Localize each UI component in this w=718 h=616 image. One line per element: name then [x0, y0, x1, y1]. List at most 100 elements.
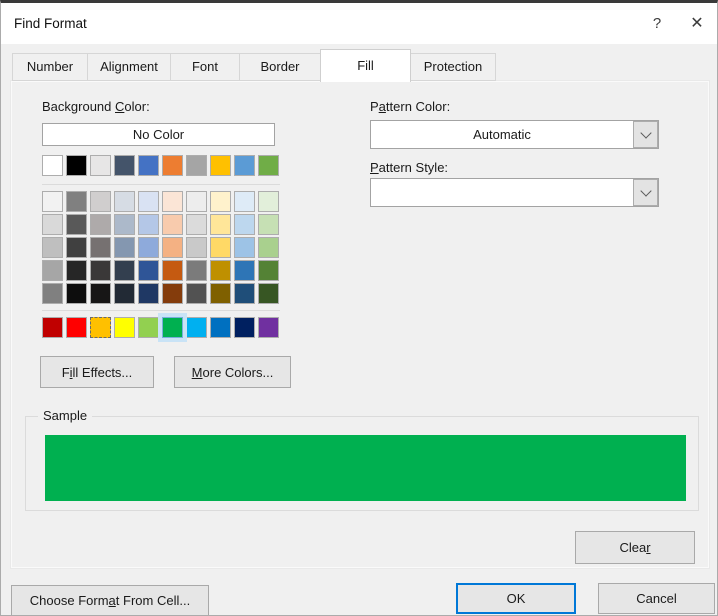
- color-swatch[interactable]: [210, 191, 231, 212]
- color-swatch[interactable]: [162, 237, 183, 258]
- color-swatch[interactable]: [138, 260, 159, 281]
- color-swatch[interactable]: [138, 191, 159, 212]
- tab-number[interactable]: Number: [12, 53, 88, 81]
- more-colors-button[interactable]: More Colors...: [174, 356, 291, 388]
- color-swatch[interactable]: [162, 191, 183, 212]
- color-swatch[interactable]: [42, 283, 63, 304]
- color-swatch[interactable]: [234, 214, 255, 235]
- color-swatch[interactable]: [90, 191, 111, 212]
- color-swatch[interactable]: [210, 214, 231, 235]
- color-swatch[interactable]: [210, 237, 231, 258]
- tab-font[interactable]: Font: [170, 53, 240, 81]
- color-swatch[interactable]: [66, 237, 87, 258]
- color-swatch[interactable]: [186, 283, 207, 304]
- help-icon[interactable]: ?: [642, 3, 672, 44]
- color-swatch[interactable]: [42, 191, 63, 212]
- theme-color-row: [42, 155, 279, 176]
- color-swatch[interactable]: [258, 260, 279, 281]
- color-swatch[interactable]: [90, 283, 111, 304]
- color-swatch[interactable]: [114, 191, 135, 212]
- color-swatch[interactable]: [258, 214, 279, 235]
- color-swatch[interactable]: [138, 155, 159, 176]
- clear-button[interactable]: Clear: [575, 531, 695, 564]
- choose-format-from-cell-button[interactable]: Choose Format From Cell...: [11, 585, 209, 615]
- no-color-button[interactable]: No Color: [42, 123, 275, 146]
- color-swatch[interactable]: [186, 317, 207, 338]
- palette-divider: [42, 184, 280, 185]
- tab-fill[interactable]: Fill: [320, 49, 411, 82]
- pattern-style-dropdown[interactable]: [370, 178, 659, 207]
- color-swatch[interactable]: [234, 155, 255, 176]
- color-swatch[interactable]: [234, 191, 255, 212]
- color-swatch[interactable]: [162, 317, 183, 338]
- pattern-color-dropdown-button[interactable]: [633, 121, 658, 148]
- color-swatch[interactable]: [210, 317, 231, 338]
- color-swatch[interactable]: [162, 214, 183, 235]
- color-swatch[interactable]: [138, 237, 159, 258]
- color-swatch[interactable]: [66, 283, 87, 304]
- color-swatch[interactable]: [66, 214, 87, 235]
- color-swatch[interactable]: [90, 317, 111, 338]
- color-swatch[interactable]: [114, 237, 135, 258]
- color-swatch[interactable]: [114, 283, 135, 304]
- color-swatch[interactable]: [42, 260, 63, 281]
- color-swatch[interactable]: [258, 237, 279, 258]
- pattern-color-dropdown[interactable]: Automatic: [370, 120, 659, 149]
- ok-button[interactable]: OK: [456, 583, 576, 614]
- tab-alignment[interactable]: Alignment: [87, 53, 171, 81]
- color-swatch[interactable]: [162, 283, 183, 304]
- color-swatch[interactable]: [42, 317, 63, 338]
- pattern-style-dropdown-button[interactable]: [633, 179, 658, 206]
- color-swatch[interactable]: [90, 155, 111, 176]
- color-swatch[interactable]: [90, 260, 111, 281]
- color-swatch[interactable]: [234, 260, 255, 281]
- color-swatch[interactable]: [210, 260, 231, 281]
- standard-color-row: [42, 317, 279, 338]
- color-swatch[interactable]: [138, 283, 159, 304]
- sample-fill: [45, 435, 686, 501]
- sample-label: Sample: [38, 408, 93, 423]
- tabstrip: Number Alignment Font Border Fill Protec…: [12, 48, 496, 82]
- color-swatch[interactable]: [258, 191, 279, 212]
- color-swatch[interactable]: [258, 317, 279, 338]
- color-swatch[interactable]: [66, 260, 87, 281]
- close-icon[interactable]: ✕: [682, 3, 712, 44]
- color-swatch[interactable]: [66, 317, 87, 338]
- color-swatch[interactable]: [66, 191, 87, 212]
- color-swatch[interactable]: [138, 317, 159, 338]
- color-swatch[interactable]: [186, 260, 207, 281]
- color-swatch[interactable]: [162, 155, 183, 176]
- background-color-label: Background Color:: [42, 99, 150, 114]
- color-swatch[interactable]: [258, 283, 279, 304]
- color-swatch[interactable]: [186, 155, 207, 176]
- tint-color-grid: [42, 191, 279, 304]
- color-swatch[interactable]: [210, 283, 231, 304]
- color-swatch[interactable]: [42, 237, 63, 258]
- color-swatch[interactable]: [234, 237, 255, 258]
- color-swatch[interactable]: [186, 214, 207, 235]
- palette-divider: [42, 310, 280, 311]
- tab-protection[interactable]: Protection: [410, 53, 496, 81]
- color-swatch[interactable]: [186, 237, 207, 258]
- color-swatch[interactable]: [186, 191, 207, 212]
- color-swatch[interactable]: [138, 214, 159, 235]
- fill-effects-button[interactable]: Fill Effects...: [40, 356, 154, 388]
- color-swatch[interactable]: [234, 283, 255, 304]
- color-swatch[interactable]: [114, 155, 135, 176]
- color-swatch[interactable]: [42, 214, 63, 235]
- color-swatch[interactable]: [234, 317, 255, 338]
- color-swatch[interactable]: [90, 237, 111, 258]
- chevron-down-icon: [639, 184, 652, 197]
- tab-border[interactable]: Border: [239, 53, 321, 81]
- color-swatch[interactable]: [90, 214, 111, 235]
- color-swatch[interactable]: [162, 260, 183, 281]
- color-swatch[interactable]: [258, 155, 279, 176]
- color-swatch[interactable]: [114, 317, 135, 338]
- color-swatch[interactable]: [114, 260, 135, 281]
- cancel-button[interactable]: Cancel: [598, 583, 715, 614]
- color-swatch[interactable]: [66, 155, 87, 176]
- window-title: Find Format: [14, 16, 87, 31]
- color-swatch[interactable]: [210, 155, 231, 176]
- color-swatch[interactable]: [114, 214, 135, 235]
- color-swatch[interactable]: [42, 155, 63, 176]
